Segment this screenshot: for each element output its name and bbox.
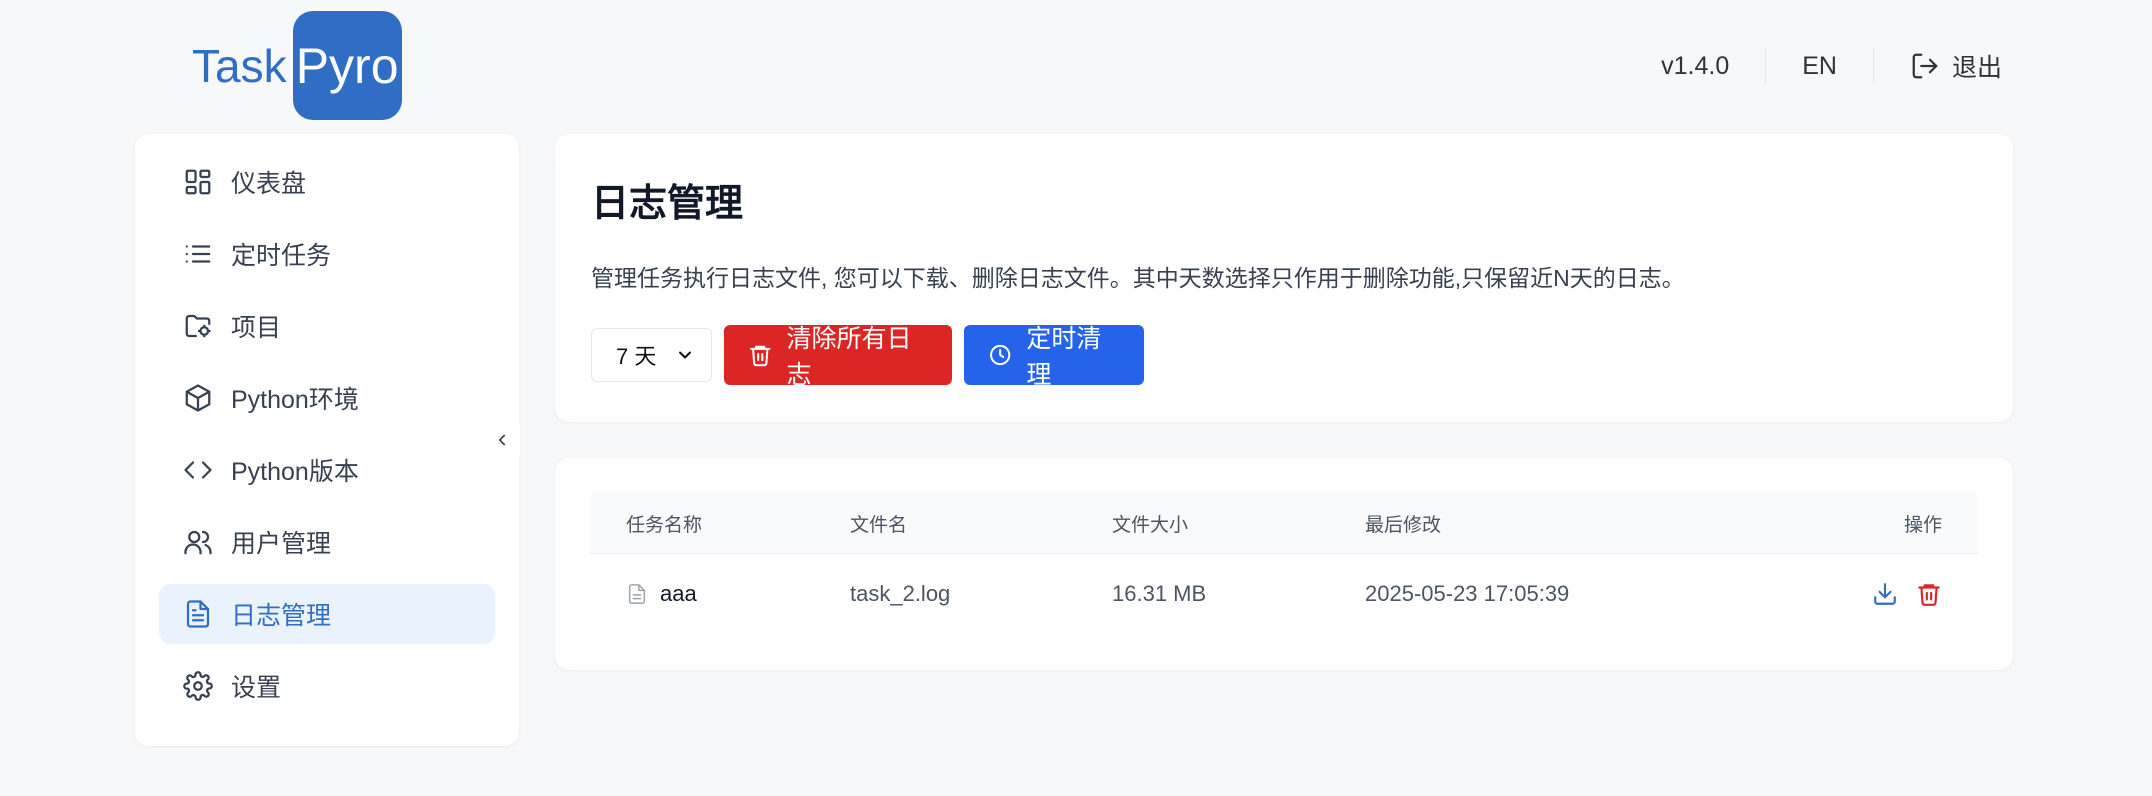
cell-file: task_2.log xyxy=(850,581,951,606)
list-icon xyxy=(185,245,211,263)
column-header-size: 文件大小 xyxy=(1112,514,1189,536)
header-actions: v1.4.0 EN 退出 xyxy=(1661,44,2002,88)
sidebar-item-label: Python版本 xyxy=(231,458,359,486)
gear-icon xyxy=(183,671,213,701)
top-header: Task Pyro v1.4.0 EN 退出 xyxy=(0,0,2152,130)
sidebar-item-users[interactable]: 用户管理 xyxy=(159,512,495,572)
cell-modified: 2025-05-23 17:05:39 xyxy=(1365,581,1570,606)
language-toggle[interactable]: EN xyxy=(1802,52,1837,81)
users-icon xyxy=(184,530,212,555)
column-header-file: 文件名 xyxy=(850,514,908,536)
clock-icon xyxy=(990,344,1011,366)
logo-text-pyro: Pyro xyxy=(292,11,402,120)
sidebar-item-projects[interactable]: 项目 xyxy=(159,296,495,356)
cell-task: aaa xyxy=(590,581,850,607)
divider xyxy=(1872,48,1874,84)
scheduled-clean-button[interactable]: 定时清理 xyxy=(964,325,1144,389)
file-text-icon xyxy=(186,600,210,628)
logout-label: 退出 xyxy=(1951,54,2002,82)
table-header: 任务名称 文件名 文件大小 最后修改 操作 xyxy=(590,493,1978,554)
sidebar-item-label: Python环境 xyxy=(231,386,359,414)
logout-icon xyxy=(1912,53,1938,79)
days-select[interactable]: 7 天 xyxy=(591,328,712,382)
sidebar-item-python-env[interactable]: Python环境 xyxy=(159,368,495,428)
log-table-panel: 任务名称 文件名 文件大小 最后修改 操作 aaa task_2.log 16.… xyxy=(555,458,2013,670)
scheduled-clean-label: 定时清理 xyxy=(1026,325,1102,389)
sidebar-item-dashboard[interactable]: 仪表盘 xyxy=(159,152,495,212)
delete-icon[interactable] xyxy=(1916,581,1942,607)
column-header-task: 任务名称 xyxy=(626,514,703,536)
file-icon xyxy=(628,584,646,604)
page-description: 管理任务执行日志文件, 您可以下载、删除日志文件。其中天数选择只作用于删除功能,… xyxy=(591,265,1685,291)
box-icon xyxy=(185,384,211,412)
page-title: 日志管理 xyxy=(591,183,744,225)
sidebar-item-logs[interactable]: 日志管理 xyxy=(159,584,495,644)
sidebar-item-label: 仪表盘 xyxy=(231,170,307,198)
logo-text-task: Task xyxy=(192,39,287,92)
sidebar-item-label: 项目 xyxy=(231,314,282,342)
folder-icon xyxy=(185,314,211,338)
sidebar-item-settings[interactable]: 设置 xyxy=(159,656,495,716)
sidebar: 仪表盘 定时任务 项目 Python环境 Python版本 用户管理 日志管理 … xyxy=(135,134,519,746)
cell-actions xyxy=(1838,581,1978,607)
table-row: aaa task_2.log 16.31 MB 2025-05-23 17:05… xyxy=(590,554,1978,634)
sidebar-item-label: 设置 xyxy=(231,674,282,702)
trash-icon xyxy=(750,345,771,367)
task-name: aaa xyxy=(660,581,697,606)
log-controls: 7 天 清除所有日志 定时清理 xyxy=(591,325,1977,389)
download-icon[interactable] xyxy=(1872,581,1898,607)
column-header-modified: 最后修改 xyxy=(1365,514,1442,536)
sidebar-item-label: 定时任务 xyxy=(231,242,332,270)
sidebar-item-label: 日志管理 xyxy=(231,602,332,630)
clear-all-logs-button[interactable]: 清除所有日志 xyxy=(724,325,952,389)
log-management-panel: 日志管理 管理任务执行日志文件, 您可以下载、删除日志文件。其中天数选择只作用于… xyxy=(555,134,2013,422)
chevron-down-icon xyxy=(679,351,691,359)
dashboard-icon xyxy=(185,169,211,195)
logo[interactable]: Task Pyro xyxy=(192,11,402,120)
sidebar-item-label: 用户管理 xyxy=(231,530,332,558)
cell-size: 16.31 MB xyxy=(1112,581,1207,606)
version-label: v1.4.0 xyxy=(1661,51,1730,80)
days-select-value: 7 天 xyxy=(616,344,657,369)
sidebar-item-python-version[interactable]: Python版本 xyxy=(159,440,495,500)
logout-button[interactable]: 退出 xyxy=(1910,48,2002,84)
column-header-actions: 操作 xyxy=(1903,514,1942,536)
divider xyxy=(1765,48,1767,84)
code-icon xyxy=(184,461,212,479)
clear-all-logs-label: 清除所有日志 xyxy=(786,325,912,389)
chevron-left-icon xyxy=(498,434,506,446)
sidebar-item-scheduled-tasks[interactable]: 定时任务 xyxy=(159,224,495,284)
sidebar-collapse-button[interactable] xyxy=(484,420,520,460)
